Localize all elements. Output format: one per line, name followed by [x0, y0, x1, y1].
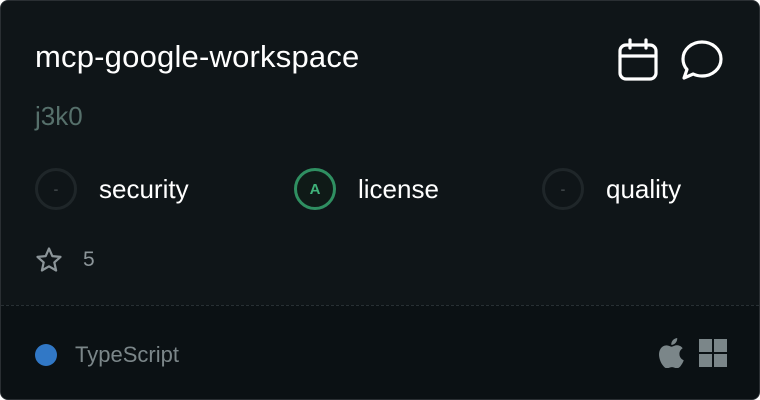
- windows-icon: [698, 338, 728, 368]
- star-icon: [36, 247, 62, 272]
- calendar-icon: [618, 38, 658, 81]
- card-footer: TypeScript: [1, 305, 759, 399]
- security-grade-badge: -: [35, 168, 77, 210]
- star-count-value: 5: [83, 248, 95, 271]
- language-name: TypeScript: [75, 342, 179, 367]
- license-grade-badge: A: [294, 168, 336, 210]
- platform-list: [656, 338, 728, 368]
- score-license: A license: [294, 165, 439, 213]
- calendar-button[interactable]: [615, 37, 661, 83]
- star-count: 5: [35, 245, 95, 275]
- repo-owner[interactable]: j3k0: [35, 101, 83, 132]
- chat-bubble-icon: [681, 40, 723, 80]
- repo-name[interactable]: mcp-google-workspace: [35, 39, 359, 75]
- quality-grade-badge: -: [542, 168, 584, 210]
- score-security: - security: [35, 165, 189, 213]
- quality-label: quality: [606, 173, 682, 204]
- apple-icon: [656, 338, 686, 368]
- server-card[interactable]: mcp-google-workspace j3k0 - security A l…: [0, 0, 760, 400]
- chat-button[interactable]: [679, 37, 725, 83]
- language-color-dot: [35, 344, 57, 366]
- security-label: security: [99, 173, 189, 204]
- score-quality: - quality: [542, 165, 681, 213]
- license-label: license: [358, 173, 439, 204]
- language: TypeScript: [35, 342, 179, 368]
